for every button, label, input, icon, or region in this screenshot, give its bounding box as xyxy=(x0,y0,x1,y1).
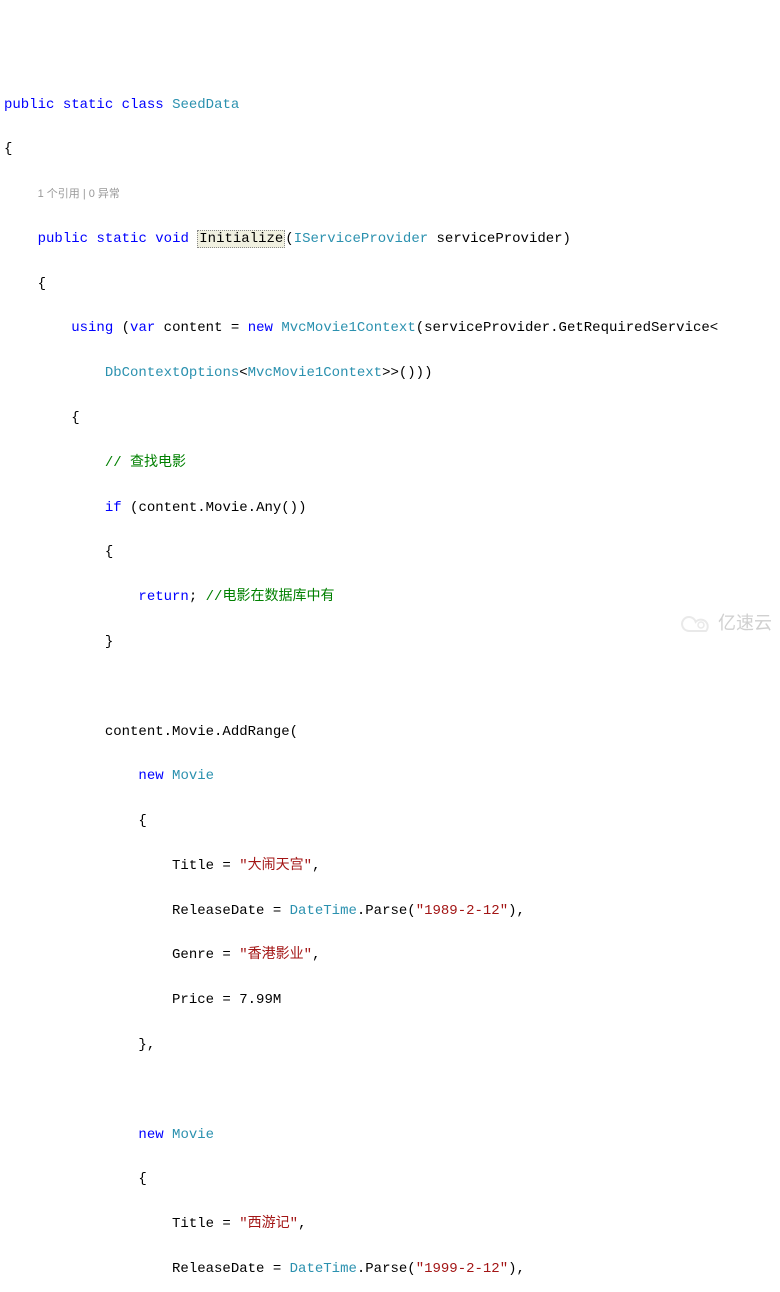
code-line: { xyxy=(4,273,776,295)
code-line: using (var content = new MvcMovie1Contex… xyxy=(4,317,776,339)
comma: , xyxy=(312,858,320,874)
codelens[interactable]: 1 个引用 | 0 异常 xyxy=(4,183,776,205)
txt: (serviceProvider.GetRequiredService< xyxy=(416,320,718,336)
comment: // 查找电影 xyxy=(105,455,186,471)
code-line: }, xyxy=(4,1034,776,1056)
code-line: new Movie xyxy=(4,1124,776,1146)
watermark-text: 亿速云 xyxy=(718,609,772,638)
code-line: DbContextOptions<MvcMovie1Context>>())) xyxy=(4,362,776,384)
type-movie: Movie xyxy=(172,1127,214,1143)
code-line: return; //电影在数据库中有 xyxy=(4,586,776,608)
keyword-static: static xyxy=(63,97,113,113)
watermark: 亿速云 xyxy=(680,609,772,638)
code-line xyxy=(4,1079,776,1101)
code-line: Title = "西游记", xyxy=(4,1213,776,1235)
code-line: { xyxy=(4,541,776,563)
txt: (content.Movie.Any()) xyxy=(122,500,307,516)
paren: ( xyxy=(113,320,130,336)
txt: .Parse( xyxy=(357,903,416,919)
type-dbcontextoptions: DbContextOptions xyxy=(105,365,239,381)
code-line: ReleaseDate = DateTime.Parse("1989-2-12"… xyxy=(4,900,776,922)
keyword-return: return xyxy=(138,589,188,605)
keyword-if: if xyxy=(105,500,122,516)
code-line: ReleaseDate = DateTime.Parse("1999-2-12"… xyxy=(4,1258,776,1280)
paren: ( xyxy=(285,231,293,247)
code-line: } xyxy=(4,631,776,653)
txt: .Parse( xyxy=(357,1261,416,1277)
prop-releasedate: ReleaseDate = xyxy=(4,903,290,919)
string-literal: "西游记" xyxy=(239,1216,298,1232)
keyword-public: public xyxy=(38,231,88,247)
keyword-using: using xyxy=(71,320,113,336)
code-line: new Movie xyxy=(4,765,776,787)
type-mvcmoviecontext: MvcMovie1Context xyxy=(281,320,415,336)
keyword-new: new xyxy=(138,768,163,784)
prop-title: Title = xyxy=(4,1216,239,1232)
keyword-static: static xyxy=(96,231,146,247)
string-literal: "1989-2-12" xyxy=(416,903,508,919)
txt: ), xyxy=(508,903,525,919)
type-seeddata: SeedData xyxy=(172,97,239,113)
prop-genre: Genre = xyxy=(4,947,239,963)
string-literal: "1999-2-12" xyxy=(416,1261,508,1277)
type-movie: Movie xyxy=(172,768,214,784)
keyword-void: void xyxy=(155,231,189,247)
keyword-class: class xyxy=(122,97,164,113)
semi: ; xyxy=(189,589,206,605)
code-line: content.Movie.AddRange( xyxy=(4,721,776,743)
txt: ), xyxy=(508,1261,525,1277)
prop-title: Title = xyxy=(4,858,239,874)
code-line: { xyxy=(4,1168,776,1190)
comma: , xyxy=(312,947,320,963)
lt: < xyxy=(239,365,247,381)
comment: //电影在数据库中有 xyxy=(206,589,335,605)
code-line: Genre = "香港影业", xyxy=(4,944,776,966)
code-line: { xyxy=(4,407,776,429)
code-line: if (content.Movie.Any()) xyxy=(4,497,776,519)
txt: >>())) xyxy=(382,365,432,381)
string-literal: "大闹天宫" xyxy=(239,858,312,874)
code-line: // 查找电影 xyxy=(4,452,776,474)
prop-releasedate: ReleaseDate = xyxy=(4,1261,290,1277)
keyword-new: new xyxy=(138,1127,163,1143)
txt: content = xyxy=(155,320,247,336)
keyword-public: public xyxy=(4,97,54,113)
keyword-var: var xyxy=(130,320,155,336)
cloud-icon xyxy=(680,613,714,635)
type-datetime: DateTime xyxy=(290,1261,357,1277)
type-mvcmoviecontext: MvcMovie1Context xyxy=(248,365,382,381)
string-literal: "香港影业" xyxy=(239,947,312,963)
code-line: { xyxy=(4,138,776,160)
code-line: { xyxy=(4,810,776,832)
param-name: serviceProvider) xyxy=(428,231,571,247)
keyword-new: new xyxy=(248,320,273,336)
code-line: public static class SeedData xyxy=(4,94,776,116)
type-iserviceprovider: IServiceProvider xyxy=(294,231,428,247)
code-line: Title = "大闹天宫", xyxy=(4,855,776,877)
codelens-text[interactable]: 1 个引用 | 0 异常 xyxy=(38,188,120,200)
code-line xyxy=(4,676,776,698)
code-line: Price = 7.99M xyxy=(4,989,776,1011)
method-initialize[interactable]: Initialize xyxy=(197,230,285,248)
comma: , xyxy=(298,1216,306,1232)
type-datetime: DateTime xyxy=(290,903,357,919)
code-line: public static void Initialize(IServicePr… xyxy=(4,228,776,250)
